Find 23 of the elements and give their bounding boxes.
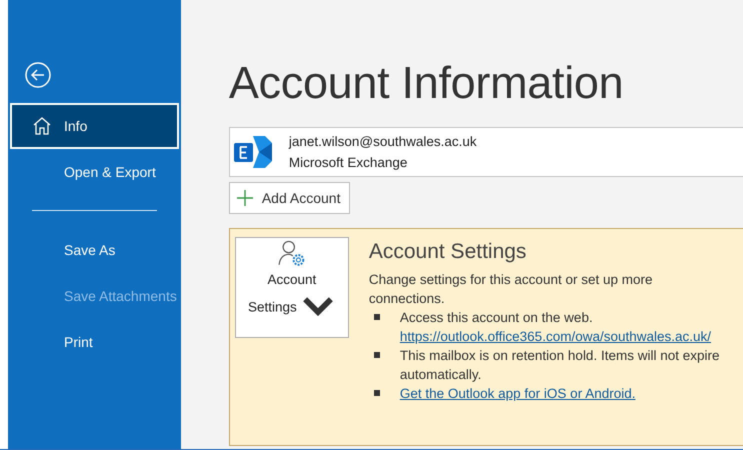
link[interactable]: Get the Outlook app for iOS or Android. bbox=[400, 384, 636, 403]
section-heading: Account Settings bbox=[368, 240, 528, 264]
nav-item[interactable]: Open & Export bbox=[10, 149, 179, 195]
bullet-text: Access this account on the web. bbox=[400, 309, 594, 327]
section-description: Change settings for this account or set up more connections. bbox=[368, 271, 654, 308]
nav-item[interactable]: Save As bbox=[10, 227, 179, 273]
home-icon bbox=[32, 116, 52, 136]
bullet-icon bbox=[374, 390, 380, 396]
link[interactable]: https://outlook.office365.com/owa/southwales.ac.uk/ bbox=[400, 327, 740, 346]
exchange-logo-icon bbox=[232, 134, 273, 170]
account-settings-button[interactable]: Account Settings bbox=[234, 237, 349, 338]
account-card[interactable]: janet.wilson@southwales.ac.uk Microsoft Exchange bbox=[228, 127, 743, 177]
account-email: janet.wilson@southwales.ac.uk bbox=[288, 134, 477, 149]
bullet-icon bbox=[374, 352, 380, 358]
nav-item[interactable]: Print bbox=[10, 319, 179, 365]
page-title: Account Information bbox=[228, 60, 624, 110]
bullet-text: This mailbox is on retention hold. Items will not expire automatically. bbox=[400, 347, 720, 384]
plus-icon bbox=[236, 189, 254, 207]
back-icon[interactable] bbox=[25, 62, 51, 88]
bullet-icon bbox=[374, 314, 380, 320]
add-account-button[interactable]: Add Account bbox=[228, 182, 350, 214]
nav-item[interactable]: Info bbox=[10, 103, 179, 149]
account-type: Microsoft Exchange bbox=[288, 155, 408, 170]
